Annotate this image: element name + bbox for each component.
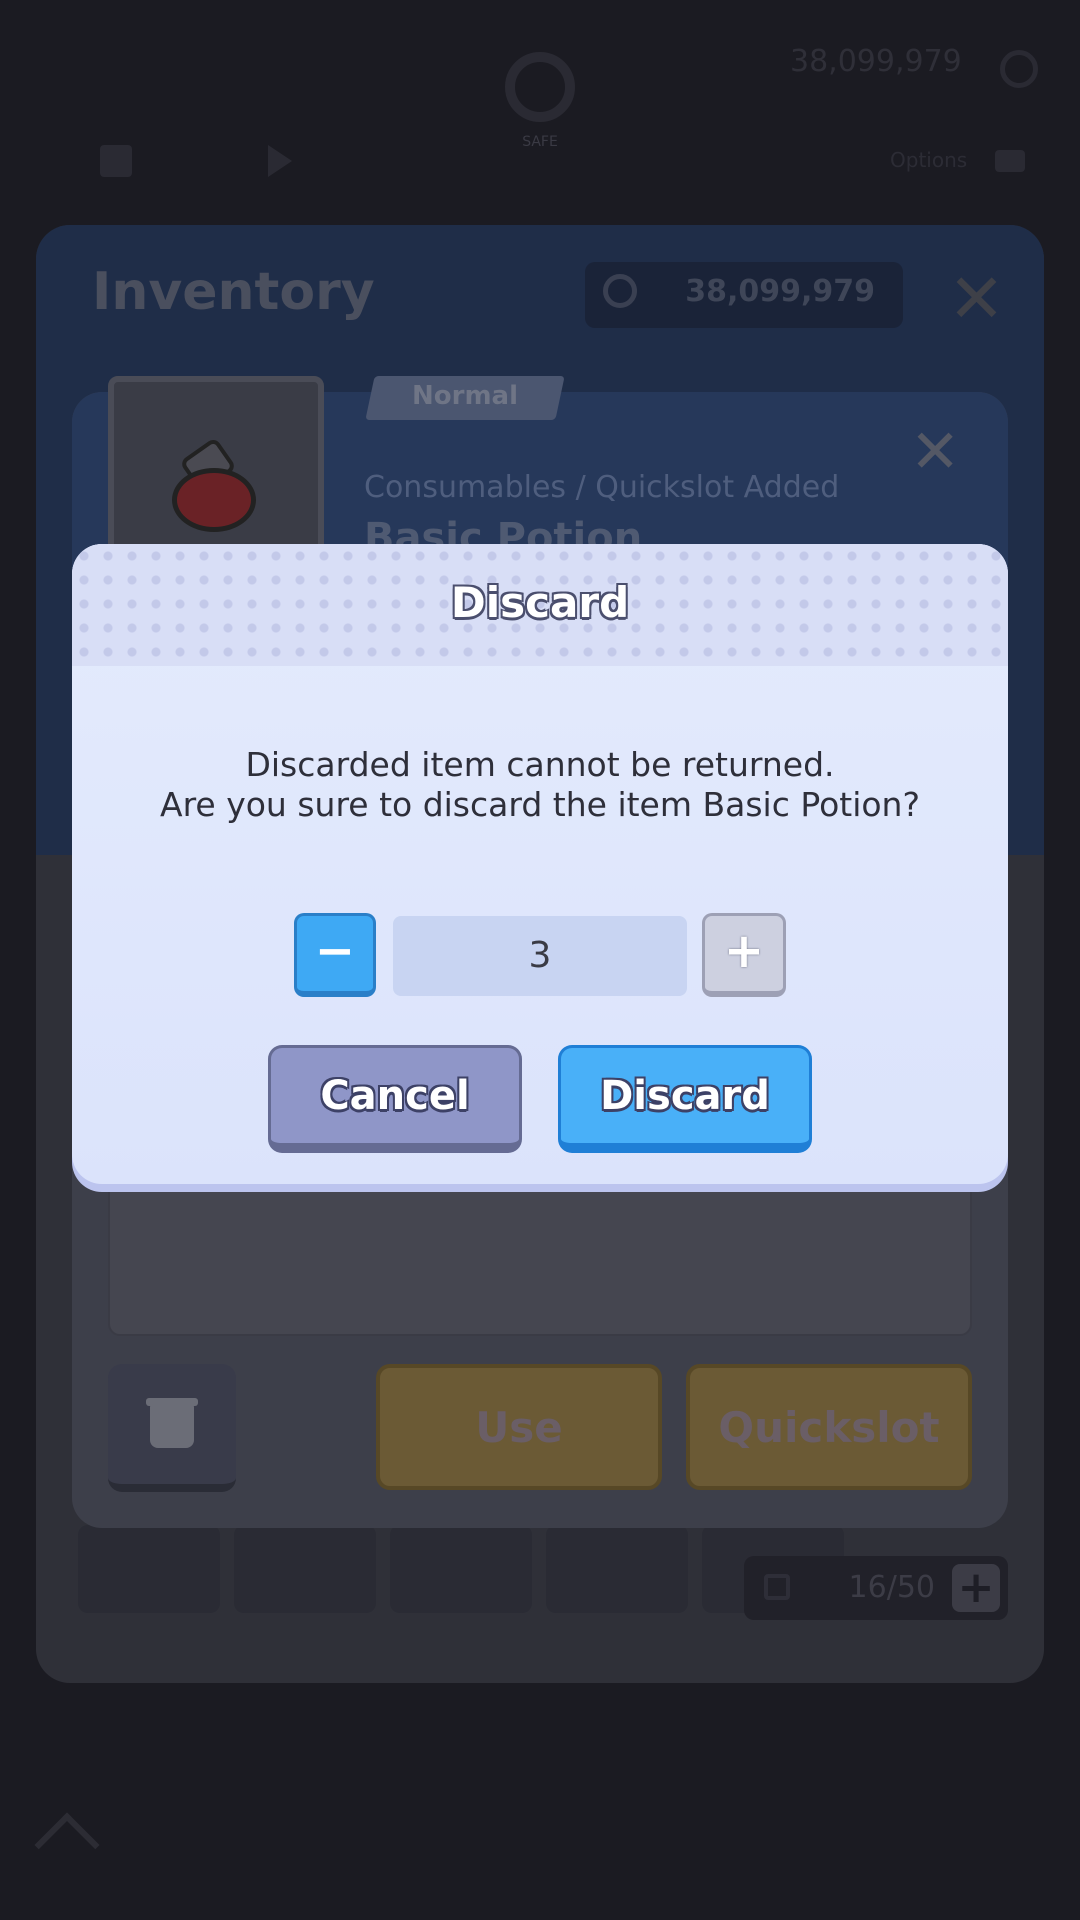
increase-quantity-button[interactable]: + <box>702 913 786 997</box>
inventory-close-icon[interactable]: ✕ <box>948 266 1005 334</box>
cancel-button[interactable]: Cancel <box>268 1045 522 1153</box>
chevron-up-icon[interactable] <box>34 1812 100 1878</box>
dialog-message-line1: Discarded item cannot be returned. <box>245 745 835 784</box>
hud-flag-icon[interactable] <box>268 145 292 177</box>
inventory-slot[interactable] <box>390 1525 532 1613</box>
inventory-slot[interactable] <box>78 1525 220 1613</box>
item-grade: Normal <box>412 381 518 411</box>
discard-button-label: Discard <box>600 1072 770 1119</box>
item-category: Consumables / Quickslot Added <box>364 470 840 505</box>
hud-compass-icon <box>505 52 575 122</box>
dialog-message: Discarded item cannot be returned. Are y… <box>100 745 980 825</box>
quickslot-button[interactable]: Quickslot <box>686 1364 972 1490</box>
hud-menu-icon[interactable] <box>995 150 1025 172</box>
item-description-box <box>108 1180 972 1336</box>
use-button-label: Use <box>475 1402 563 1452</box>
cancel-button-label: Cancel <box>320 1072 470 1119</box>
inventory-title: Inventory <box>92 262 375 322</box>
inventory-gold-amount: 38,099,979 <box>685 274 875 309</box>
use-button[interactable]: Use <box>376 1364 662 1490</box>
bag-icon <box>764 1574 790 1600</box>
item-close-icon[interactable]: ✕ <box>910 422 960 482</box>
settings-gear-icon[interactable] <box>1000 50 1038 88</box>
hud-menu-label[interactable]: Options <box>890 148 967 172</box>
quantity-field[interactable]: 3 <box>393 916 687 996</box>
dialog-message-line2: Are you sure to discard the item Basic P… <box>160 785 920 824</box>
quickslot-button-label: Quickslot <box>718 1402 940 1452</box>
hud-gold-amount: 38,099,979 <box>790 44 962 79</box>
dialog-title: Discard <box>450 578 630 627</box>
hud-safe-label: SAFE <box>522 134 558 150</box>
discard-button[interactable]: Discard <box>558 1045 812 1153</box>
hud-book-icon[interactable] <box>100 145 132 177</box>
slot-count: 16/50 <box>848 1570 935 1605</box>
decrease-quantity-button[interactable]: − <box>294 913 376 997</box>
expand-slots-button[interactable]: + <box>952 1564 1000 1612</box>
inventory-slot[interactable] <box>234 1525 376 1613</box>
inventory-slot[interactable] <box>546 1525 688 1613</box>
trash-icon <box>150 1404 194 1448</box>
gold-coin-icon <box>603 274 637 308</box>
potion-icon <box>172 468 256 532</box>
